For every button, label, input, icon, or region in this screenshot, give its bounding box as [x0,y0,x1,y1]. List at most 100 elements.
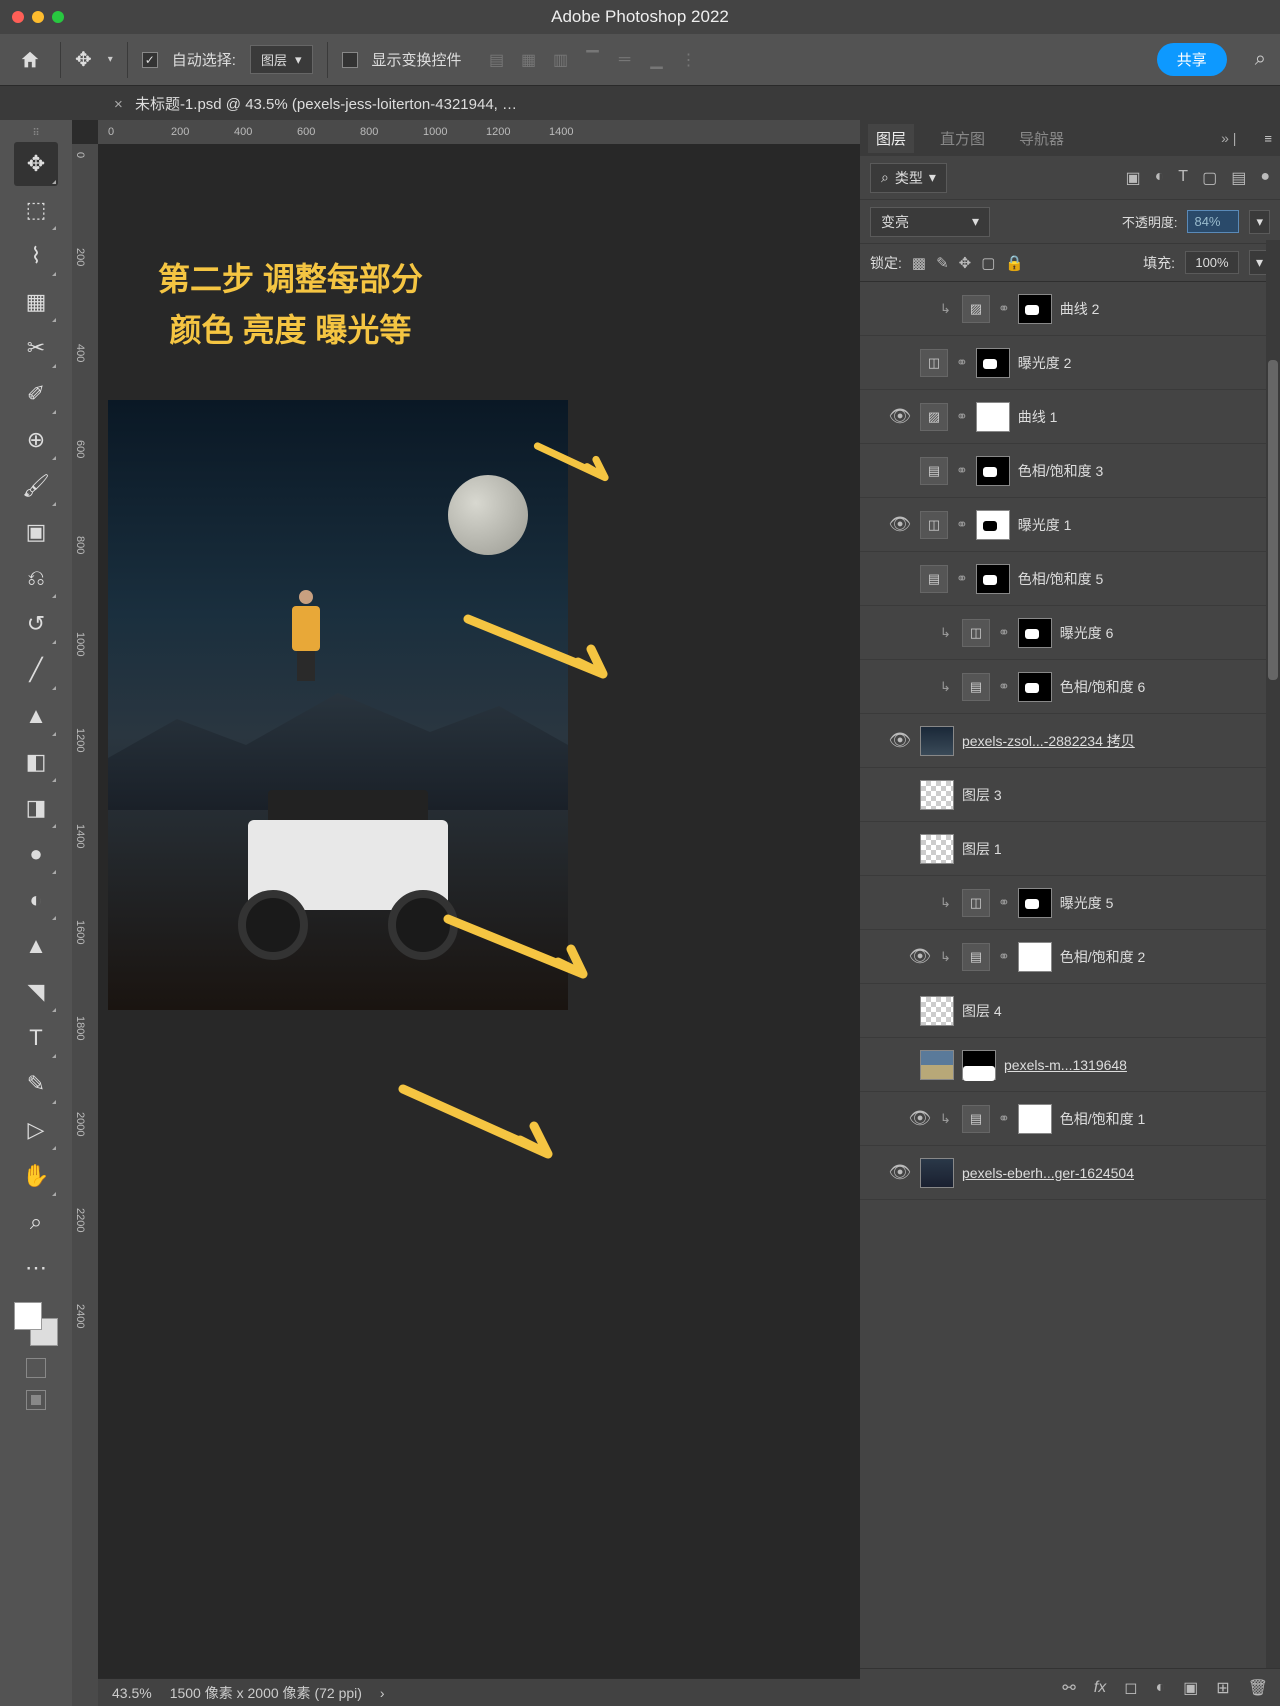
spot-heal-tool[interactable]: ⊕ [14,418,58,462]
color-swatches[interactable] [14,1302,58,1346]
layer-name[interactable]: 曝光度 2 [1018,353,1272,373]
object-select-tool[interactable]: ▦ [14,280,58,324]
path-select-tool[interactable]: ◥ [14,970,58,1014]
maximize-window-button[interactable] [52,11,64,23]
lock-artboard-icon[interactable]: ▢ [981,254,995,272]
zoom-tool[interactable]: ⌕ [14,1200,58,1244]
stamp-tool[interactable]: ▲ [14,694,58,738]
layer-row[interactable]: 👁pexels-eberh...ger-1624504 [860,1146,1280,1200]
layer-name[interactable]: 曝光度 6 [1060,623,1272,643]
lock-brush-icon[interactable]: ✎ [936,254,949,272]
adjustment-icon[interactable]: ▤ [962,1105,990,1133]
adjustment-icon[interactable]: ▤ [920,457,948,485]
visibility-toggle[interactable]: 👁 [888,514,912,535]
layer-name[interactable]: 色相/饱和度 1 [1060,1109,1272,1129]
layer-row[interactable]: 👁◫⚭曝光度 1 [860,498,1280,552]
blend-mode-dropdown[interactable]: 变亮 ▾ [870,207,990,237]
dodge-tool[interactable]: ◐ [14,878,58,922]
visibility-toggle[interactable]: 👁 [888,406,912,427]
more-tools[interactable]: ⋯ [14,1246,58,1290]
auto-select-dropdown[interactable]: 图层 ▾ [250,45,313,74]
layer-name[interactable]: 曲线 2 [1060,299,1272,319]
layer-name[interactable]: 色相/饱和度 6 [1060,677,1272,697]
layer-row[interactable]: 图层 1 [860,822,1280,876]
align-bottom-icon[interactable]: ▁ [646,49,668,71]
hand-tool[interactable]: ✋ [14,1154,58,1198]
vertical-ruler[interactable]: 0200400600800100012001400160018002000220… [72,144,98,1706]
align-left-icon[interactable]: ▤ [486,49,508,71]
layer-mask-thumbnail[interactable] [1018,294,1052,324]
fx-icon[interactable]: fx [1094,1679,1106,1697]
layer-mask-thumbnail[interactable] [1018,672,1052,702]
layer-mask-thumbnail[interactable] [976,510,1010,540]
layer-name[interactable]: 图层 1 [962,839,1272,859]
visibility-toggle[interactable]: 👁 [908,1108,932,1129]
shape-tool[interactable]: ✎ [14,1062,58,1106]
filter-shape-icon[interactable]: ▢ [1202,168,1217,188]
expand-panels-icon[interactable]: » | [1221,130,1236,146]
lock-position-icon[interactable]: ✥ [959,254,972,272]
brush-tool[interactable]: 🖌 [14,464,58,508]
layer-name[interactable]: 曝光度 5 [1060,893,1272,913]
foreground-color-swatch[interactable] [14,1302,42,1330]
chevron-icon[interactable]: › [380,1685,385,1701]
lock-transparency-icon[interactable]: ▩ [912,254,926,272]
layer-name[interactable]: 色相/饱和度 3 [1018,461,1272,481]
chevron-down-icon[interactable]: ▾ [108,54,113,65]
filter-type-dropdown[interactable]: ⌕ 类型 ▾ [870,163,947,193]
filter-image-icon[interactable]: ▣ [1126,168,1141,188]
adjustment-icon[interactable]: ▤ [962,673,990,701]
close-window-button[interactable] [12,11,24,23]
layer-mask-thumbnail[interactable] [1018,618,1052,648]
layer-mask-thumbnail[interactable] [962,1050,996,1080]
layer-row[interactable]: pexels-m...1319648 [860,1038,1280,1092]
link-layers-icon[interactable]: ⚯ [1062,1678,1075,1698]
opacity-dropdown[interactable]: ▾ [1249,210,1270,234]
eyedropper-tool[interactable]: ✐ [14,372,58,416]
layer-row[interactable]: ↳◫⚭曝光度 6 [860,606,1280,660]
layer-row[interactable]: 👁↳▤⚭色相/饱和度 1 [860,1092,1280,1146]
layer-thumbnail[interactable] [920,996,954,1026]
adjustment-icon[interactable]: ◫ [962,619,990,647]
align-center-v-icon[interactable]: ═ [614,49,636,71]
clone-stamp-tool[interactable]: ⎌ [14,556,58,600]
adjustment-icon[interactable]: ◫ [962,889,990,917]
minimize-window-button[interactable] [32,11,44,23]
lock-all-icon[interactable]: 🔒 [1005,254,1024,272]
filter-type-icon[interactable]: T [1178,168,1188,188]
align-top-icon[interactable]: ▔ [582,49,604,71]
layer-name[interactable]: 图层 3 [962,785,1272,805]
adjustment-icon[interactable]: ▨ [920,403,948,431]
layer-thumbnail[interactable] [920,1050,954,1080]
add-mask-icon[interactable]: ◻ [1124,1678,1137,1698]
frame-tool[interactable]: ▣ [14,510,58,554]
panel-grip[interactable]: ⠿ [21,128,51,136]
layer-mask-thumbnail[interactable] [976,348,1010,378]
eraser-tool[interactable]: ◧ [14,740,58,784]
gradient-tool[interactable]: ◨ [14,786,58,830]
adjustment-icon[interactable]: ▤ [920,565,948,593]
home-button[interactable] [14,44,46,76]
layer-row[interactable]: ↳◫⚭曝光度 5 [860,876,1280,930]
layers-list[interactable]: ↳▨⚭曲线 2◫⚭曝光度 2👁▨⚭曲线 1▤⚭色相/饱和度 3👁◫⚭曝光度 1▤… [860,282,1280,1668]
type-tool[interactable]: T [14,1016,58,1060]
layer-row[interactable]: ↳▨⚭曲线 2 [860,282,1280,336]
adjustment-icon[interactable]: ◫ [920,511,948,539]
search-icon[interactable]: ⌕ [1255,48,1266,71]
share-button[interactable]: 共享 [1157,43,1227,76]
visibility-toggle[interactable]: 👁 [888,1162,912,1183]
pen-tool[interactable]: ▲ [14,924,58,968]
distribute-icon[interactable]: ⋮ [678,49,700,71]
align-center-h-icon[interactable]: ▦ [518,49,540,71]
layer-row[interactable]: ◫⚭曝光度 2 [860,336,1280,390]
layer-row[interactable]: 图层 3 [860,768,1280,822]
zoom-level[interactable]: 43.5% [112,1685,152,1701]
align-right-icon[interactable]: ▥ [550,49,572,71]
lasso-tool[interactable]: ⌇ [14,234,58,278]
paint-brush-tool[interactable]: ╱ [14,648,58,692]
layer-row[interactable]: ↳▤⚭色相/饱和度 6 [860,660,1280,714]
new-layer-icon[interactable]: ⊞ [1216,1678,1229,1698]
standard-mode[interactable] [26,1358,46,1378]
direct-select-tool[interactable]: ▷ [14,1108,58,1152]
delete-layer-icon[interactable]: 🗑 [1248,1678,1268,1698]
